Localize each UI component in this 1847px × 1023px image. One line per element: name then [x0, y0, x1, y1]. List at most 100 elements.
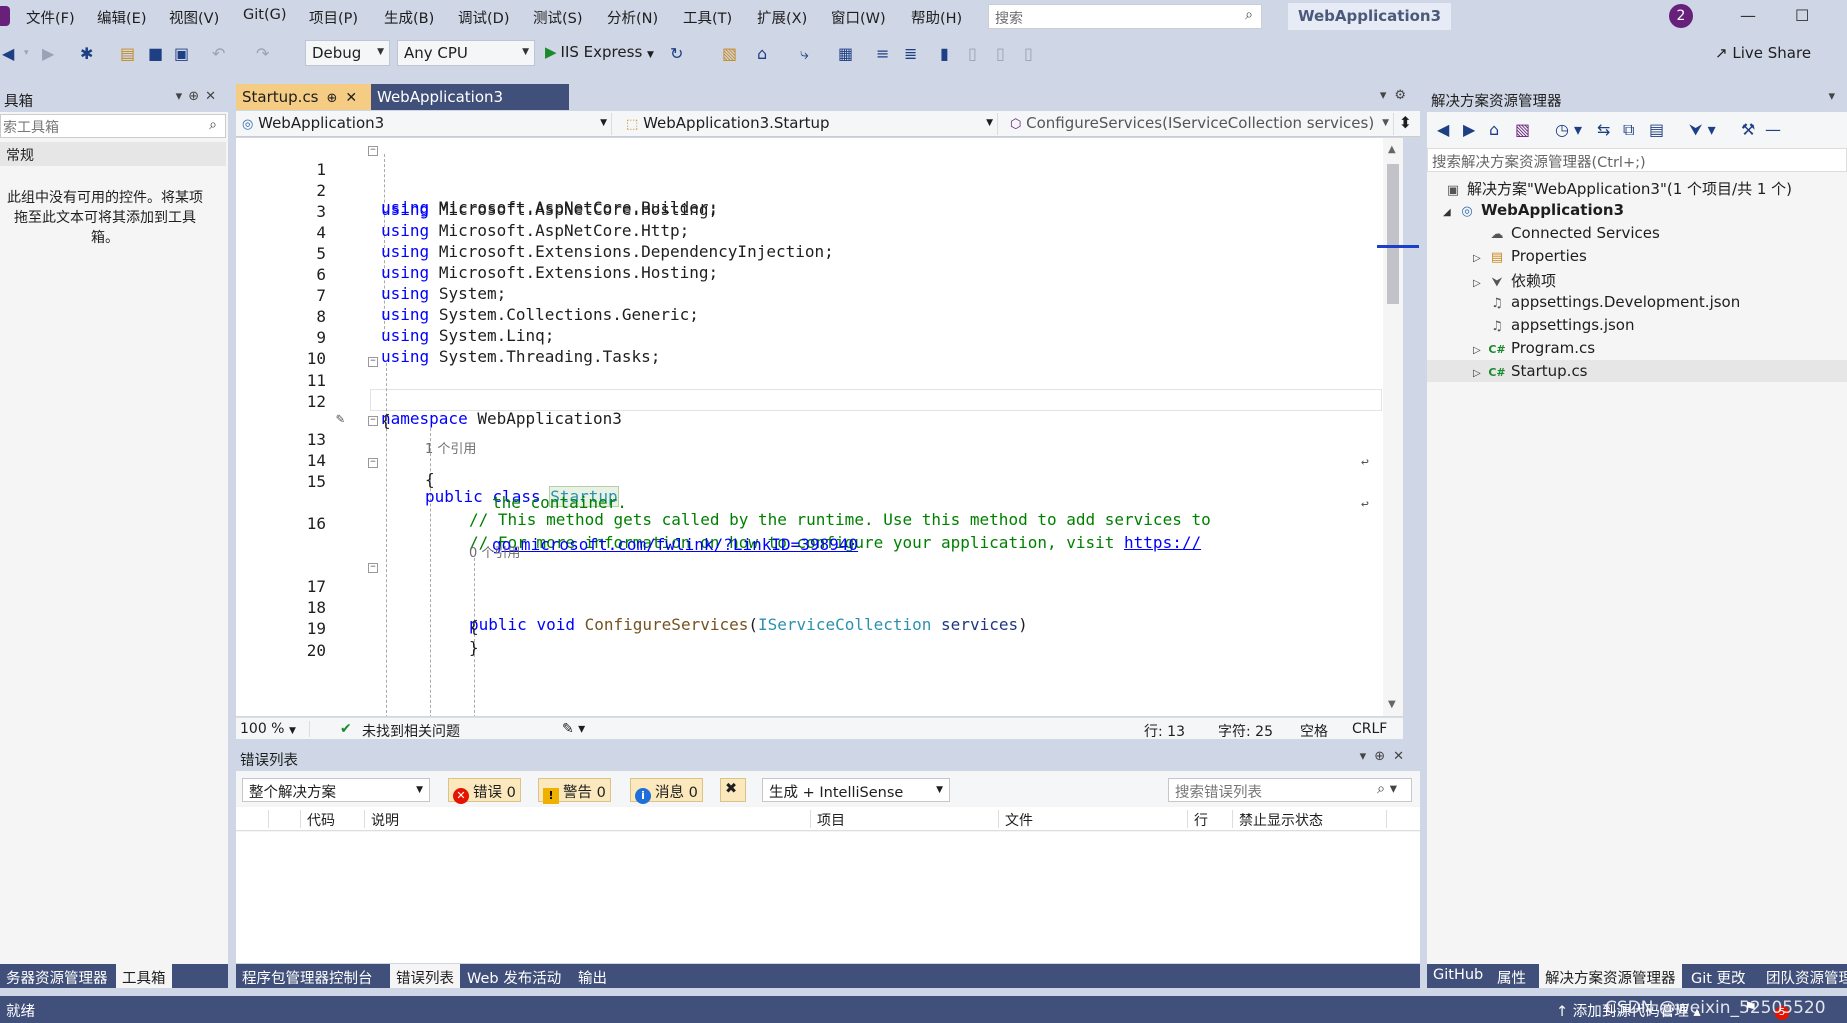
split-window-icon[interactable]: ⬍ — [1399, 113, 1412, 132]
properties-wrench-icon[interactable]: ⚒ — [1741, 120, 1755, 139]
tab-error-list[interactable]: 错误列表 — [390, 964, 460, 988]
save-all-icon[interactable]: ▣ — [174, 44, 189, 63]
menu-project[interactable]: 项目(P) — [309, 7, 358, 28]
settings-icon[interactable]: ⚙ — [1394, 88, 1414, 103]
member-nav-select[interactable]: ⬡ ConfigureServices(IServiceCollection s… — [1006, 113, 1394, 135]
expand-arrow-icon[interactable]: ▷ — [1473, 278, 1487, 289]
back-icon[interactable]: ◀ — [1437, 120, 1449, 139]
tree-properties[interactable]: ▷ ▤ Properties — [1473, 247, 1587, 269]
collapse-icon[interactable]: − — [368, 416, 378, 426]
bookmark-icon[interactable]: ▮ — [940, 44, 949, 63]
tab-github[interactable]: GitHub — [1427, 964, 1489, 988]
cleanup-brush-icon[interactable]: ✎ ▾ — [562, 721, 585, 737]
col-code[interactable]: 代码 — [300, 810, 335, 829]
pin-icon[interactable]: ⊕ — [1374, 749, 1393, 764]
window-menu-icon[interactable]: ▾ — [176, 89, 189, 104]
live-share-button[interactable]: ↗ Live Share — [1715, 44, 1811, 62]
whitespace-mode[interactable]: 空格 — [1300, 721, 1328, 741]
project-nav-select[interactable]: ◎ WebApplication3 ▼ — [238, 113, 612, 135]
save-icon[interactable]: ■ — [148, 44, 163, 63]
menu-view[interactable]: 视图(V) — [169, 7, 219, 28]
outdent-icon[interactable]: ≣ — [904, 44, 917, 63]
tab-webapplication3[interactable]: WebApplication3 — [371, 84, 569, 110]
tree-startup-cs[interactable]: ▷ C# Startup.cs — [1473, 362, 1588, 384]
solution-explorer-search-input[interactable]: 搜索解决方案资源管理器(Ctrl+;) — [1427, 148, 1847, 172]
col-description[interactable]: 说明 — [364, 810, 399, 829]
collapse-all-icon[interactable]: ⧉ — [1623, 120, 1634, 140]
undo-icon[interactable]: ↶ — [212, 44, 225, 63]
browser-link-icon[interactable]: ▧ — [722, 44, 737, 63]
tab-server-explorer[interactable]: 务器资源管理器 — [0, 964, 114, 988]
tree-project-node[interactable]: ◢ ◎ WebApplication3 — [1443, 201, 1624, 223]
tab-list-icon[interactable]: ▾ — [1380, 88, 1395, 103]
tree-appsettings[interactable]: ♫ appsettings.json — [1473, 316, 1634, 338]
preview-icon[interactable]: — — [1765, 120, 1781, 139]
expand-arrow-icon[interactable]: ▷ — [1473, 345, 1487, 356]
close-icon[interactable]: ✕ — [205, 89, 222, 104]
redo-icon[interactable]: ↷ — [256, 44, 269, 63]
home-icon[interactable]: ⌂ — [757, 44, 767, 63]
tree-connected-services[interactable]: ☁ Connected Services — [1473, 224, 1660, 246]
tab-web-publish[interactable]: Web 发布活动 — [461, 964, 567, 988]
tab-solution-explorer[interactable]: 解决方案资源管理器 — [1539, 964, 1682, 988]
pin-icon[interactable]: ⊕ — [188, 89, 205, 104]
chevron-down-icon[interactable]: ▾ — [24, 48, 29, 58]
pending-changes-icon[interactable]: ◷ ▾ — [1555, 120, 1582, 139]
warnings-filter-toggle[interactable]: ! 警告 0 — [538, 778, 611, 804]
tab-git-changes[interactable]: Git 更改 — [1685, 964, 1752, 988]
tab-package-manager[interactable]: 程序包管理器控制台 — [236, 964, 379, 988]
home-icon[interactable]: ⌂ — [1489, 120, 1499, 139]
col-icon[interactable] — [268, 810, 300, 828]
scroll-down-icon[interactable]: ▼ — [1388, 699, 1396, 710]
collapse-icon[interactable]: − — [368, 146, 378, 156]
step-icon[interactable]: ⤷ — [800, 44, 809, 64]
tab-properties[interactable]: 属性 — [1491, 964, 1532, 988]
tab-team-explorer[interactable]: 团队资源管理 — [1760, 964, 1847, 988]
collapse-icon[interactable]: − — [368, 357, 378, 367]
col-suppression[interactable]: 禁止显示状态 — [1232, 810, 1323, 829]
tree-dependencies[interactable]: ▷ ⮟ 依赖项 — [1473, 270, 1556, 292]
messages-filter-toggle[interactable]: i 消息 0 — [630, 778, 703, 804]
close-icon[interactable]: ✕ — [1393, 749, 1412, 764]
menu-tools[interactable]: 工具(T) — [683, 7, 732, 28]
vs-logo-icon[interactable] — [0, 6, 10, 26]
scope-select[interactable]: 整个解决方案 ▼ — [242, 778, 430, 802]
minimize-icon[interactable]: — — [1740, 6, 1756, 25]
editor-vertical-scrollbar[interactable]: ▲ ▼ — [1377, 138, 1419, 716]
sync-icon[interactable]: ⇆ — [1597, 120, 1610, 139]
notification-avatar[interactable]: 2 — [1669, 4, 1693, 28]
col-line[interactable]: 行 — [1187, 810, 1208, 829]
back-icon[interactable]: ◀ — [2, 44, 14, 63]
configuration-select[interactable]: Debug ▼ — [305, 40, 390, 66]
zoom-select[interactable]: 100 % ▼ — [240, 721, 310, 737]
refresh-icon[interactable]: ↻ — [670, 44, 683, 63]
forward-icon[interactable]: ▶ — [1463, 120, 1475, 139]
close-icon[interactable]: ✕ — [345, 90, 357, 106]
open-folder-icon[interactable]: ▤ — [120, 44, 135, 63]
show-all-files-icon[interactable]: ▤ — [1649, 120, 1664, 139]
comment-link[interactable]: go.microsoft.com/fwlink/?LinkID=398940 — [492, 535, 858, 554]
tab-output[interactable]: 输出 — [572, 964, 613, 988]
col-file[interactable]: 文件 — [998, 810, 1033, 829]
pin-icon[interactable]: ⊕ — [327, 91, 338, 106]
toolbox-group-general[interactable]: 常规 — [0, 142, 226, 166]
global-search-input[interactable]: 搜索 ⌕ — [988, 4, 1262, 29]
tree-solution-node[interactable]: ▣ 解决方案"WebApplication3"(1 个项目/共 1 个) — [1443, 178, 1792, 200]
col-project[interactable]: 项目 — [810, 810, 845, 829]
menu-debug[interactable]: 调试(D) — [458, 7, 509, 28]
clear-bookmarks-icon[interactable]: ▯ — [1024, 44, 1033, 63]
issues-status[interactable]: 未找到相关问题 — [362, 721, 460, 741]
line-ending[interactable]: CRLF — [1352, 721, 1387, 737]
collapse-icon[interactable]: − — [368, 458, 378, 468]
quick-action-brush-icon[interactable]: ✎ — [336, 411, 344, 427]
tab-toolbox[interactable]: 工具箱 — [116, 964, 172, 988]
window-menu-icon[interactable]: ▾ — [1828, 89, 1841, 104]
menu-window[interactable]: 窗口(W) — [831, 7, 886, 28]
expand-arrow-icon[interactable]: ▷ — [1473, 368, 1487, 379]
menu-test[interactable]: 测试(S) — [533, 7, 583, 28]
menu-edit[interactable]: 编辑(E) — [97, 7, 146, 28]
switch-views-icon[interactable]: ▧ — [1515, 120, 1530, 139]
layout-icon[interactable]: ▦ — [838, 44, 853, 63]
tree-options-icon[interactable]: ⮟ ▾ — [1689, 120, 1716, 140]
menu-git[interactable]: Git(G) — [243, 7, 287, 23]
